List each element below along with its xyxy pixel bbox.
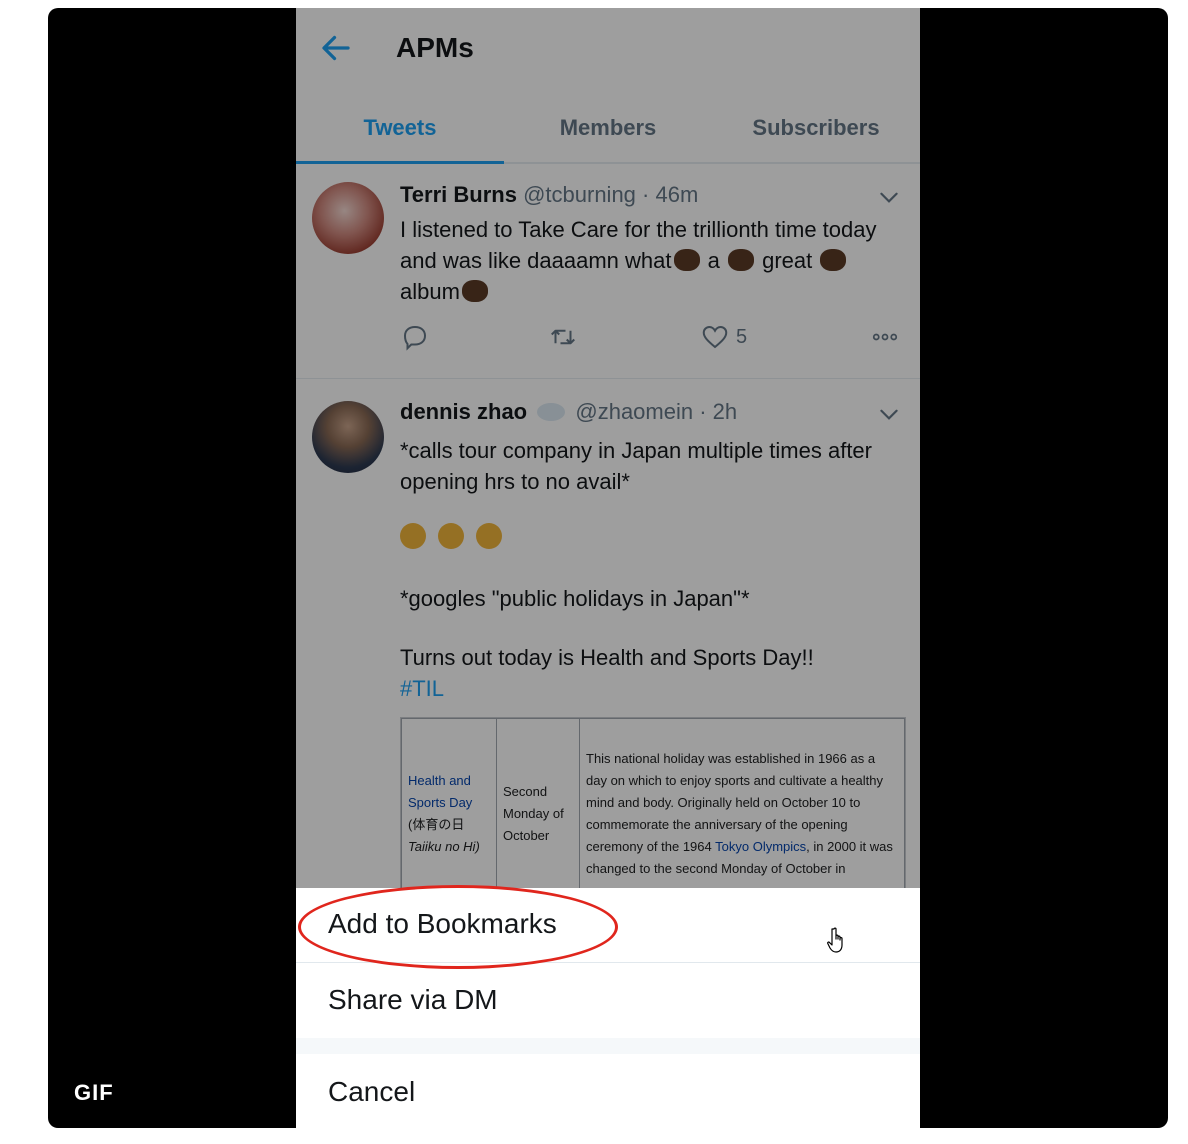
highlight-circle bbox=[298, 885, 618, 969]
share-via-dm-button[interactable]: Share via DM bbox=[296, 964, 920, 1039]
phone-screen: APMs Tweets Members Subscribers Terri Bu… bbox=[296, 8, 920, 1128]
gif-frame: APMs Tweets Members Subscribers Terri Bu… bbox=[48, 8, 1168, 1128]
gif-badge: GIF bbox=[74, 1080, 114, 1105]
sheet-separator bbox=[296, 1038, 920, 1054]
hand-cursor-icon bbox=[827, 927, 843, 953]
cancel-button[interactable]: Cancel bbox=[296, 1056, 920, 1128]
action-sheet: Add to Bookmarks Share via DM Cancel bbox=[296, 885, 920, 1128]
dim-overlay[interactable] bbox=[296, 8, 920, 888]
add-to-bookmarks-button[interactable]: Add to Bookmarks bbox=[296, 885, 920, 969]
